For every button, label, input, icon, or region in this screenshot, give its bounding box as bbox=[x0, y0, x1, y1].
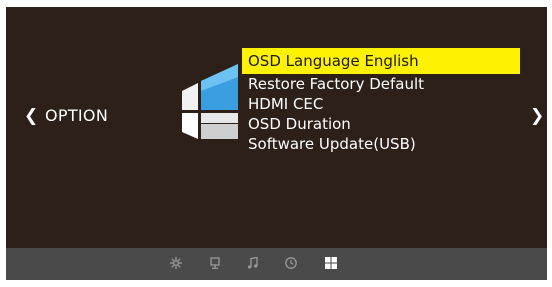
option-windows-icon bbox=[182, 64, 238, 139]
option-menu: OSD Language English Restore Factory Def… bbox=[242, 48, 520, 154]
brightness-icon[interactable] bbox=[169, 256, 183, 270]
section-title: OPTION bbox=[45, 106, 109, 125]
previous-page-arrow-icon[interactable]: ❮ bbox=[24, 108, 38, 125]
menu-item-restore-factory-default[interactable]: Restore Factory Default bbox=[242, 74, 520, 94]
music-note-icon[interactable] bbox=[246, 256, 260, 270]
menu-item-software-update[interactable]: Software Update(USB) bbox=[242, 134, 520, 154]
menu-item-osd-language[interactable]: OSD Language English bbox=[242, 48, 520, 74]
next-page-arrow-icon[interactable]: ❯ bbox=[530, 108, 544, 125]
windows-grid-icon[interactable] bbox=[324, 256, 338, 270]
footer-tab-bar bbox=[6, 248, 547, 280]
clock-icon[interactable] bbox=[284, 256, 298, 270]
monitor-icon[interactable] bbox=[208, 256, 222, 270]
osd-screen: ❮ OPTION ❯ OSD Language English Restore … bbox=[6, 7, 547, 280]
menu-item-osd-duration[interactable]: OSD Duration bbox=[242, 114, 520, 134]
menu-item-hdmi-cec[interactable]: HDMI CEC bbox=[242, 94, 520, 114]
